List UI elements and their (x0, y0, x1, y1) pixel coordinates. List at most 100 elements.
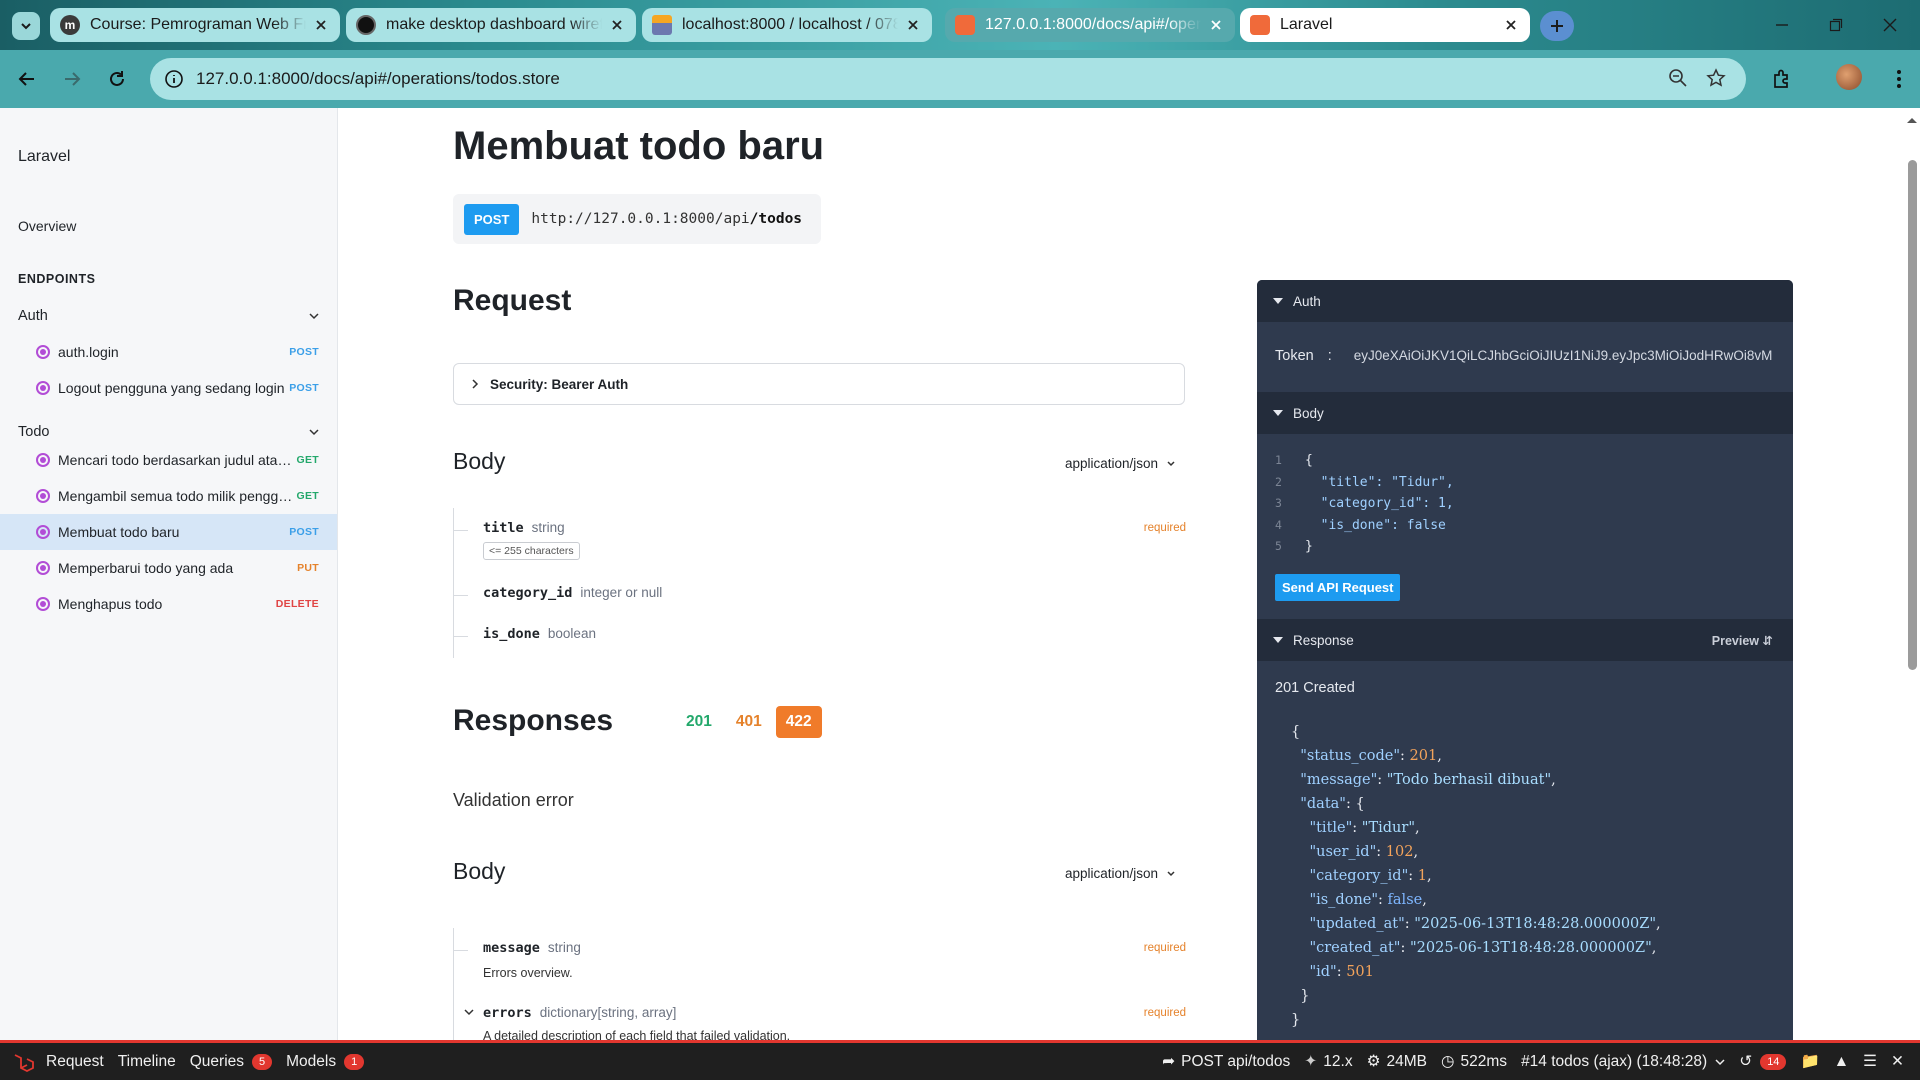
tab-search-button[interactable] (12, 12, 40, 40)
method-badge: GET (296, 454, 319, 466)
reload-button[interactable] (102, 64, 132, 94)
sidebar-item-overview[interactable]: Overview (18, 218, 76, 234)
debug-tab-queries[interactable]: Queries 5 (190, 1053, 273, 1071)
share-icon: ➦ (1162, 1053, 1176, 1070)
browser-tab[interactable]: make desktop dashboard wiref (346, 8, 636, 42)
method-badge: POST (289, 526, 319, 538)
close-icon[interactable] (1502, 16, 1520, 34)
folder-icon[interactable]: 📁 (1800, 1052, 1819, 1071)
field-description: Errors overview. (483, 966, 573, 980)
close-icon[interactable] (1207, 16, 1225, 34)
sidebar-item-todo-store[interactable]: Membuat todo baru POST (0, 514, 337, 550)
debug-memory[interactable]: ⚙ 24MB (1367, 1052, 1427, 1071)
new-tab-button[interactable] (1540, 11, 1574, 41)
request-body-editor[interactable]: 1{ 2 "title": "Tidur", 3 "category_id": … (1275, 450, 1454, 558)
close-icon[interactable]: ✕ (1891, 1052, 1904, 1071)
puzzle-icon (1774, 69, 1788, 88)
token-label: Token (1275, 348, 1314, 364)
restore-button[interactable] (1806, 10, 1866, 40)
sidebar-group-todo[interactable]: Todo (18, 424, 320, 440)
method-badge: PUT (297, 562, 319, 574)
endpoints-heading: ENDPOINTS (18, 272, 96, 286)
debug-request-select[interactable]: #14 todos (ajax) (18:48:28) (1521, 1053, 1725, 1071)
sidebar-item-label: Logout pengguna yang sedang login (58, 380, 285, 396)
vertical-scrollbar[interactable] (1904, 108, 1920, 1043)
page-title: Membuat todo baru (453, 124, 825, 168)
chevron-down-icon (1167, 870, 1175, 876)
settings-icon[interactable]: ☰ (1863, 1052, 1877, 1071)
debug-tab-models[interactable]: Models 1 (286, 1053, 365, 1071)
auth-section-header[interactable]: Auth (1257, 280, 1793, 322)
address-bar[interactable]: 127.0.0.1:8000/docs/api#/operations/todo… (150, 58, 1746, 100)
security-toggle[interactable]: Security: Bearer Auth (453, 363, 1185, 405)
menu-button[interactable] (1884, 64, 1914, 94)
content-type-select[interactable]: application/json (1065, 456, 1176, 471)
forward-button[interactable] (57, 64, 87, 94)
sidebar-item-label: Mengambil semua todo milik penggu... (58, 488, 293, 504)
bookmark-star-icon[interactable] (1706, 68, 1726, 88)
sidebar-item-todo-update[interactable]: Memperbarui todo yang ada PUT (0, 550, 337, 586)
response-tab-422[interactable]: 422 (775, 706, 822, 738)
sidebar-item-auth-login[interactable]: auth.login POST (0, 334, 337, 370)
sidebar-item-logout[interactable]: Logout pengguna yang sedang login POST (0, 370, 337, 406)
debug-tab-request[interactable]: Request (46, 1053, 104, 1071)
close-window-button[interactable] (1860, 10, 1920, 40)
auth-label: Auth (1293, 293, 1321, 309)
sidebar-brand: Laravel (18, 148, 71, 165)
close-icon[interactable] (312, 16, 330, 34)
sidebar: Laravel Overview ENDPOINTS Auth auth.log… (0, 108, 338, 1043)
body-section-header[interactable]: Body (1257, 392, 1793, 434)
response-tab-201[interactable]: 201 (676, 706, 722, 738)
minimize-icon (1776, 24, 1788, 26)
group-label: Todo (18, 424, 50, 440)
history-count: 14 (1760, 1053, 1787, 1070)
chevron-down-icon (1167, 460, 1175, 466)
minimize-button[interactable] (1752, 10, 1812, 40)
extensions-button[interactable] (1767, 64, 1797, 94)
sidebar-item-todo-search[interactable]: Mencari todo berdasarkan judul atau ... … (0, 442, 337, 478)
browser-tab[interactable]: 127.0.0.1:8000/docs/api#/opera (945, 8, 1235, 42)
field-name: message string (483, 940, 581, 956)
debug-tab-timeline[interactable]: Timeline (118, 1053, 176, 1071)
sidebar-item-label: auth.login (58, 344, 119, 360)
reload-icon (110, 71, 124, 86)
maximize-icon[interactable]: ▲ (1834, 1053, 1849, 1071)
sidebar-item-label: Membuat todo baru (58, 524, 180, 540)
laravel-icon (955, 15, 975, 35)
sidebar-item-todo-destroy[interactable]: Menghapus todo DELETE (0, 586, 337, 622)
close-icon[interactable] (904, 16, 922, 34)
laravel-logo-icon[interactable] (12, 1051, 34, 1073)
scrollbar-thumb[interactable] (1908, 160, 1917, 670)
laravel-debugbar: Request Timeline Queries 5 Models 1 ➦ POST … (0, 1040, 1920, 1080)
zoom-icon[interactable] (1668, 68, 1688, 88)
scroll-up-icon[interactable] (1906, 116, 1918, 124)
arrow-right-icon (65, 72, 81, 86)
debug-route[interactable]: ➦ POST api/todos (1162, 1052, 1290, 1071)
browser-tab[interactable]: localhost:8000 / localhost / 078 (642, 8, 932, 42)
content-type-label: application/json (1065, 456, 1159, 471)
field-name: category_id integer or null (483, 585, 663, 601)
request-fields: title string required <= 255 characters c… (453, 508, 1186, 658)
endpoint-icon (36, 597, 50, 611)
send-api-request-button[interactable]: Send API Request (1275, 574, 1401, 601)
preview-toggle[interactable]: Preview ⇵ (1712, 633, 1773, 648)
response-content-type-select[interactable]: application/json (1065, 866, 1176, 881)
clock-icon: ◷ (1441, 1053, 1455, 1070)
profile-avatar[interactable] (1836, 64, 1862, 90)
queries-count: 5 (252, 1053, 273, 1070)
back-button[interactable] (12, 64, 42, 94)
token-input[interactable]: eyJ0eXAiOiJKV1QiLCJhbGciOiJIUzI1NiJ9.eyJ… (1354, 348, 1774, 364)
sidebar-item-todo-index[interactable]: Mengambil semua todo milik penggu... GET (0, 478, 337, 514)
debug-time[interactable]: ◷ 522ms (1441, 1052, 1507, 1071)
response-tab-401[interactable]: 401 (726, 706, 772, 738)
debug-history[interactable]: ↺ 14 (1739, 1052, 1787, 1071)
site-info-icon[interactable] (164, 69, 184, 89)
sidebar-group-auth[interactable]: Auth (18, 308, 320, 324)
tab-title: 127.0.0.1:8000/docs/api#/opera (985, 16, 1201, 33)
required-badge: required (1143, 522, 1186, 534)
browser-tab[interactable]: m Course: Pemrograman Web Fra (50, 8, 340, 42)
browser-tab-active[interactable]: Laravel (1240, 8, 1530, 42)
close-icon[interactable] (608, 16, 626, 34)
response-section-header[interactable]: Response Preview ⇵ (1257, 619, 1793, 661)
field-type: string (547, 940, 581, 955)
